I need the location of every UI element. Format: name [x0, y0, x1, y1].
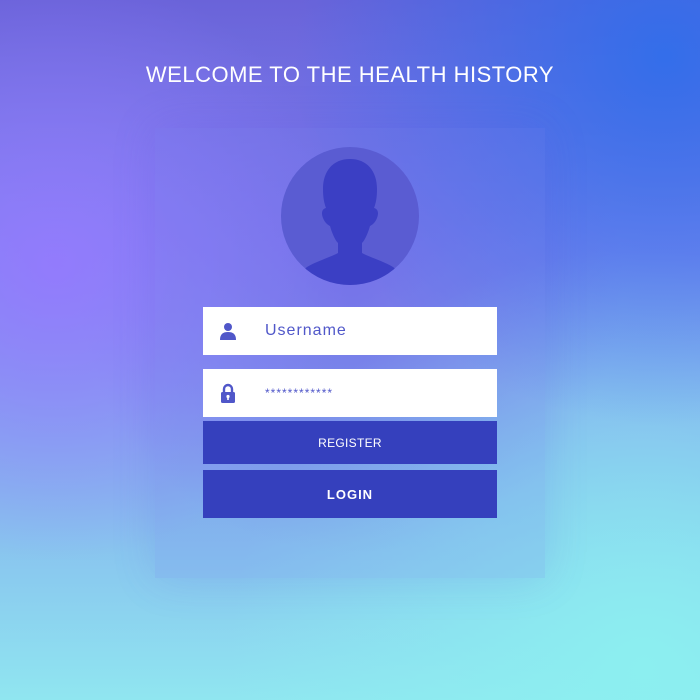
avatar — [281, 147, 419, 285]
user-icon — [203, 322, 253, 340]
password-field[interactable]: ************ — [203, 369, 497, 417]
username-input[interactable]: Username — [253, 322, 347, 340]
username-field[interactable]: Username — [203, 307, 497, 355]
register-button[interactable]: REGISTER — [203, 421, 497, 464]
login-button[interactable]: LOGIN — [203, 470, 497, 518]
lock-icon — [203, 383, 253, 403]
user-silhouette-icon — [300, 159, 400, 285]
password-input[interactable]: ************ — [253, 386, 333, 400]
page-title: WELCOME TO THE HEALTH HISTORY — [145, 62, 555, 87]
